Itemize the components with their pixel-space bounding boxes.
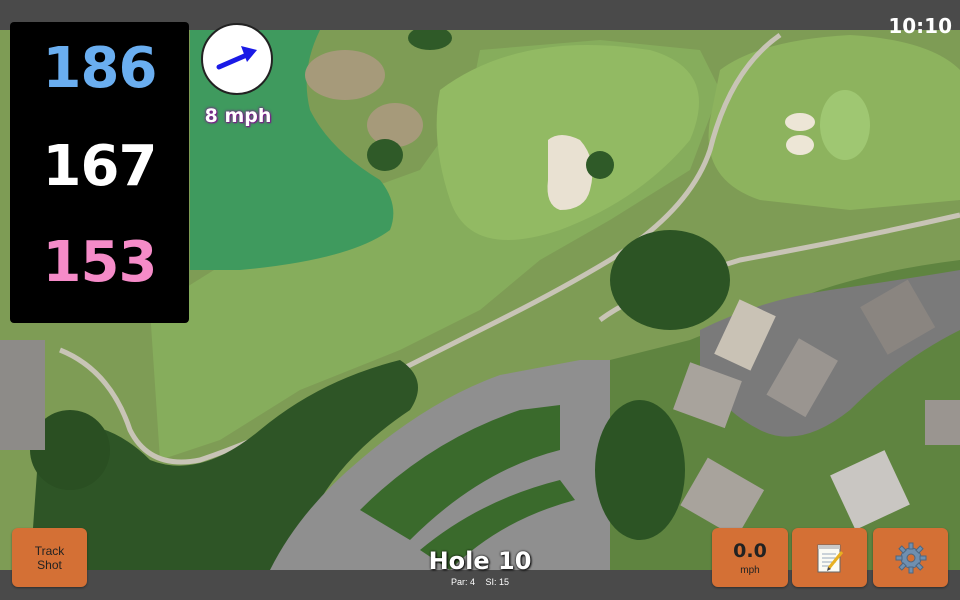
house-roof [0, 340, 45, 450]
gear-icon [895, 542, 926, 573]
notepad-icon [817, 544, 843, 572]
arrow-right-icon [216, 46, 257, 70]
speed-unit: mph [740, 564, 760, 576]
tree-cluster [595, 400, 685, 540]
hole-meta: Par: 4 SI: 15 [380, 577, 580, 587]
clock: 10:10 [888, 14, 952, 38]
tree [367, 139, 403, 171]
distance-panel: 186 167 153 [10, 22, 189, 323]
bunker-waste [305, 50, 385, 100]
hole-title: Hole 10 [428, 547, 532, 575]
bunker-waste [367, 103, 423, 147]
sand-bunker [785, 113, 815, 131]
house-roof [925, 400, 960, 445]
speed-button[interactable]: 0.0 mph [712, 528, 788, 587]
distance-back: 186 [42, 36, 158, 101]
settings-button[interactable] [873, 528, 948, 587]
distance-middle: 167 [42, 134, 158, 199]
wind-indicator [201, 23, 273, 95]
track-shot-label-line2: Shot [37, 557, 62, 572]
hole-stroke-index: SI: 15 [485, 577, 510, 587]
putting-green [820, 90, 870, 160]
sand-bunker [786, 135, 814, 155]
notes-button[interactable] [792, 528, 867, 587]
distance-front: 153 [42, 230, 158, 295]
speed-value: 0.0 [733, 539, 767, 562]
tree [586, 151, 614, 179]
wind-speed-label: 8 mph [204, 105, 272, 127]
track-shot-button[interactable]: Track Shot [12, 528, 87, 587]
hole-par: Par: 4 [450, 577, 475, 587]
tree-cluster [610, 230, 730, 330]
track-shot-label-line1: Track [34, 543, 65, 558]
